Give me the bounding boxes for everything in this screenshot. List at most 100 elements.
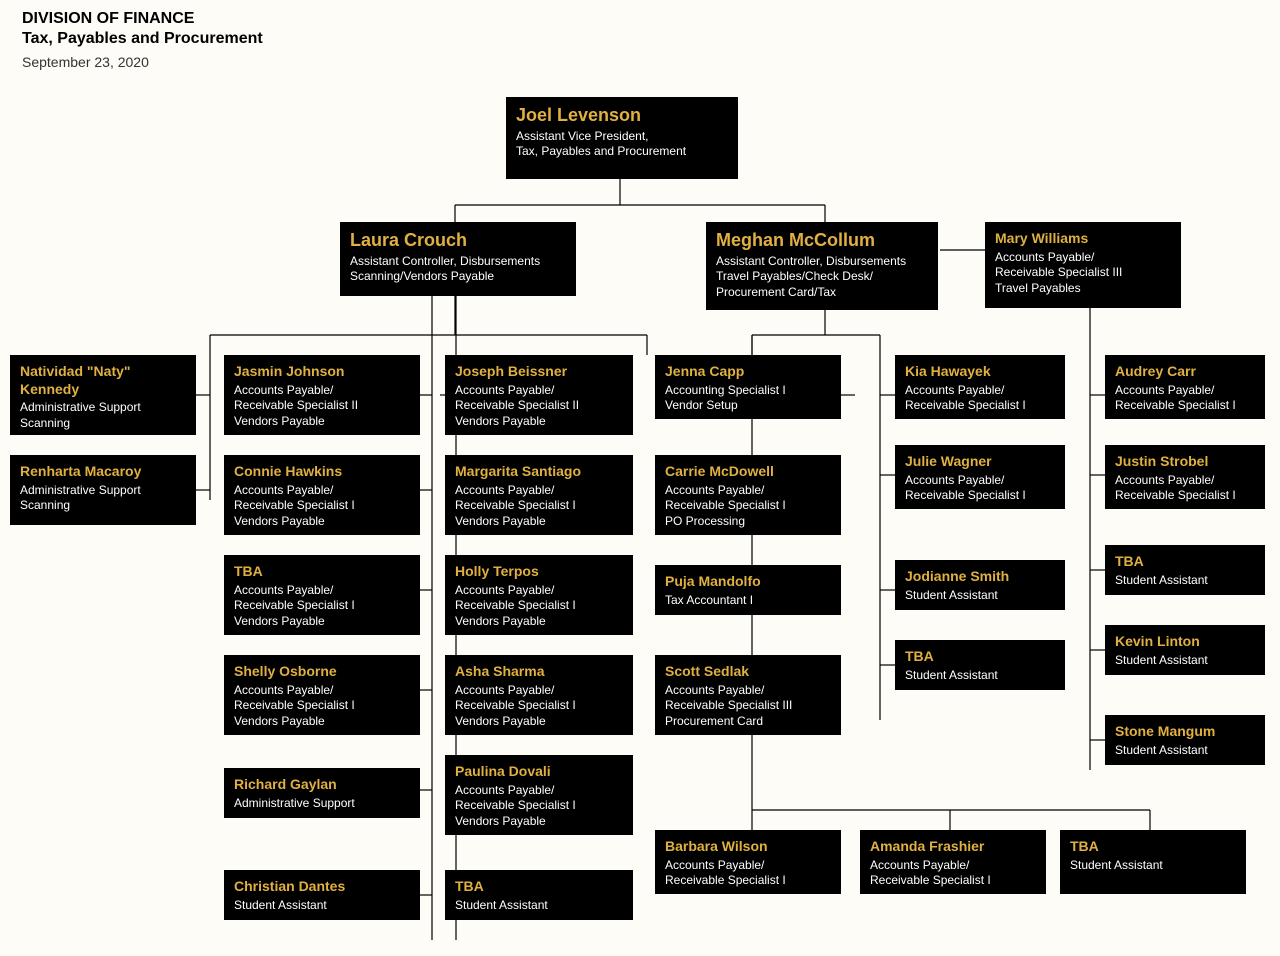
node-name: Carrie McDowell [665,463,831,481]
node-christian-dantes: Christian Dantes Student Assistant [224,870,420,920]
node-julie-wagner: Julie Wagner Accounts Payable/ Receivabl… [895,445,1065,509]
node-role: Accounts Payable/ Receivable Specialist … [455,683,623,730]
node-role: Student Assistant [1115,573,1255,589]
node-name: TBA [1115,553,1255,571]
node-laura-crouch: Laura Crouch Assistant Controller, Disbu… [340,222,576,296]
node-role: Accounts Payable/ Receivable Specialist … [665,858,831,889]
node-role: Assistant Controller, Disbursements Trav… [716,254,928,301]
node-shelly-osborne: Shelly Osborne Accounts Payable/ Receiva… [224,655,420,735]
node-name: Holly Terpos [455,563,623,581]
node-name: Audrey Carr [1115,363,1255,381]
node-naty-kennedy: Natividad "Naty" Kennedy Administrative … [10,355,196,435]
node-name: Meghan McCollum [716,230,928,252]
node-name: Paulina Dovali [455,763,623,781]
node-joseph-beissner: Joseph Beissner Accounts Payable/ Receiv… [445,355,633,435]
node-name: Jasmin Johnson [234,363,410,381]
node-role: Student Assistant [455,898,623,914]
node-role: Assistant Controller, Disbursements Scan… [350,254,566,285]
node-puja-mandolfo: Puja Mandolfo Tax Accountant I [655,565,841,615]
node-name: Kevin Linton [1115,633,1255,651]
node-role: Accounts Payable/ Receivable Specialist … [905,473,1055,504]
node-name: TBA [455,878,623,896]
node-name: Mary Williams [995,230,1171,248]
node-tba-student-1: TBA Student Assistant [445,870,633,920]
node-name: Stone Mangum [1115,723,1255,741]
node-scott-sedlak: Scott Sedlak Accounts Payable/ Receivabl… [655,655,841,735]
node-name: Justin Strobel [1115,453,1255,471]
header-line-1: DIVISION OF FINANCE [22,10,263,28]
node-name: TBA [905,648,1055,666]
node-name: Laura Crouch [350,230,566,252]
node-meghan-mccollum: Meghan McCollum Assistant Controller, Di… [706,222,938,310]
node-name: Joseph Beissner [455,363,623,381]
page-header: DIVISION OF FINANCE Tax, Payables and Pr… [22,10,263,70]
node-carrie-mcdowell: Carrie McDowell Accounts Payable/ Receiv… [655,455,841,535]
node-richard-gaylan: Richard Gaylan Administrative Support [224,768,420,818]
node-role: Student Assistant [234,898,410,914]
node-role: Accounts Payable/ Receivable Specialist … [1115,473,1255,504]
node-role: Administrative Support Scanning [20,400,186,431]
node-barbara-wilson: Barbara Wilson Accounts Payable/ Receiva… [655,830,841,894]
node-name: Puja Mandolfo [665,573,831,591]
node-name: Joel Levenson [516,105,728,127]
node-name: Scott Sedlak [665,663,831,681]
node-name: Natividad "Naty" Kennedy [20,363,186,398]
node-role: Accounts Payable/ Receivable Specialist … [665,483,831,530]
node-mary-williams: Mary Williams Accounts Payable/ Receivab… [985,222,1181,308]
node-jodianne-smith: Jodianne Smith Student Assistant [895,560,1065,610]
node-role: Accounts Payable/ Receivable Specialist … [234,383,410,430]
node-renharta-macaroy: Renharta Macaroy Administrative Support … [10,455,196,525]
node-role: Administrative Support [234,796,410,812]
node-tba-student-3: TBA Student Assistant [1105,545,1265,595]
node-role: Accounts Payable/ Receivable Specialist … [234,483,410,530]
node-role: Administrative Support Scanning [20,483,186,514]
node-asha-sharma: Asha Sharma Accounts Payable/ Receivable… [445,655,633,735]
node-paulina-dovali: Paulina Dovali Accounts Payable/ Receiva… [445,755,633,835]
node-role: Accounts Payable/ Receivable Specialist … [455,783,623,830]
node-holly-terpos: Holly Terpos Accounts Payable/ Receivabl… [445,555,633,635]
node-tba-student-2: TBA Student Assistant [895,640,1065,690]
header-date: September 23, 2020 [22,54,263,70]
node-audrey-carr: Audrey Carr Accounts Payable/ Receivable… [1105,355,1265,419]
node-connie-hawkins: Connie Hawkins Accounts Payable/ Receiva… [224,455,420,535]
node-role: Accounts Payable/ Receivable Specialist … [455,383,623,430]
node-name: Christian Dantes [234,878,410,896]
node-role: Student Assistant [1115,653,1255,669]
node-stone-mangum: Stone Mangum Student Assistant [1105,715,1265,765]
node-name: Renharta Macaroy [20,463,186,481]
node-kia-hawayek: Kia Hawayek Accounts Payable/ Receivable… [895,355,1065,419]
node-amanda-frashier: Amanda Frashier Accounts Payable/ Receiv… [860,830,1046,894]
node-margarita-santiago: Margarita Santiago Accounts Payable/ Rec… [445,455,633,535]
node-name: Jenna Capp [665,363,831,381]
node-name: TBA [234,563,410,581]
node-name: TBA [1070,838,1236,856]
node-name: Shelly Osborne [234,663,410,681]
node-jenna-capp: Jenna Capp Accounting Specialist I Vendo… [655,355,841,419]
node-role: Student Assistant [905,588,1055,604]
node-name: Julie Wagner [905,453,1055,471]
node-justin-strobel: Justin Strobel Accounts Payable/ Receiva… [1105,445,1265,509]
node-role: Accounts Payable/ Receivable Specialist … [665,683,831,730]
node-role: Tax Accountant I [665,593,831,609]
node-role: Accounts Payable/ Receivable Specialist … [995,250,1171,297]
node-name: Richard Gaylan [234,776,410,794]
node-role: Student Assistant [1070,858,1236,874]
node-jasmin-johnson: Jasmin Johnson Accounts Payable/ Receiva… [224,355,420,435]
node-name: Barbara Wilson [665,838,831,856]
node-joel-levenson: Joel Levenson Assistant Vice President, … [506,97,738,179]
node-role: Accounts Payable/ Receivable Specialist … [1115,383,1255,414]
node-role: Accounts Payable/ Receivable Specialist … [234,583,410,630]
node-tba-vendors-1: TBA Accounts Payable/ Receivable Special… [224,555,420,635]
node-name: Connie Hawkins [234,463,410,481]
node-name: Asha Sharma [455,663,623,681]
header-line-2: Tax, Payables and Procurement [22,30,263,48]
node-name: Jodianne Smith [905,568,1055,586]
node-name: Margarita Santiago [455,463,623,481]
node-role: Accounts Payable/ Receivable Specialist … [234,683,410,730]
node-tba-student-4: TBA Student Assistant [1060,830,1246,894]
node-role: Accounts Payable/ Receivable Specialist … [455,583,623,630]
node-name: Kia Hawayek [905,363,1055,381]
node-name: Amanda Frashier [870,838,1036,856]
node-role: Accounts Payable/ Receivable Specialist … [870,858,1036,889]
node-kevin-linton: Kevin Linton Student Assistant [1105,625,1265,675]
